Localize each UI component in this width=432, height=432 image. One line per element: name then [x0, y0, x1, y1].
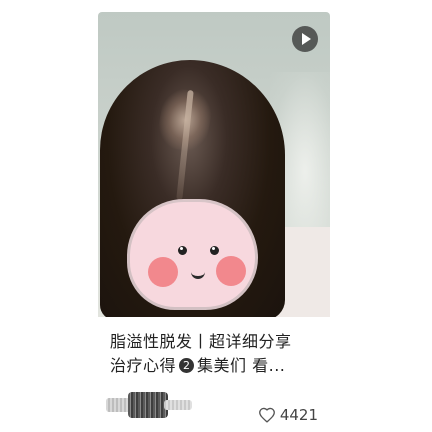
right-cheek — [216, 256, 246, 286]
title-line-2-start: 治疗心得 — [110, 356, 177, 375]
left-eye — [178, 246, 187, 255]
right-eye — [210, 246, 219, 255]
play-icon[interactable] — [292, 26, 318, 52]
note-title[interactable]: 脂溢性脱发丨超详细分享 治疗心得 2 集美们 看... — [110, 330, 324, 378]
title-line-2: 治疗心得 2 集美们 看... — [110, 354, 324, 378]
like-count: 4421 — [279, 406, 318, 424]
title-line-2-end: 集美们 看... — [197, 356, 286, 375]
blur-block — [164, 400, 192, 410]
title-line-1: 脂溢性脱发丨超详细分享 — [110, 332, 292, 351]
heart-outline-icon — [258, 407, 275, 423]
cover-image[interactable] — [98, 12, 330, 317]
author-info-blurred[interactable] — [106, 390, 192, 418]
left-cheek — [148, 257, 178, 287]
like-button[interactable]: 4421 — [258, 406, 318, 424]
face-sticker — [130, 202, 255, 307]
avatar-blurred — [128, 392, 168, 418]
note-card[interactable]: 脂溢性脱发丨超详细分享 治疗心得 2 集美们 看... 4421 — [98, 12, 330, 427]
number-badge: 2 — [179, 358, 195, 373]
smile — [191, 268, 205, 279]
